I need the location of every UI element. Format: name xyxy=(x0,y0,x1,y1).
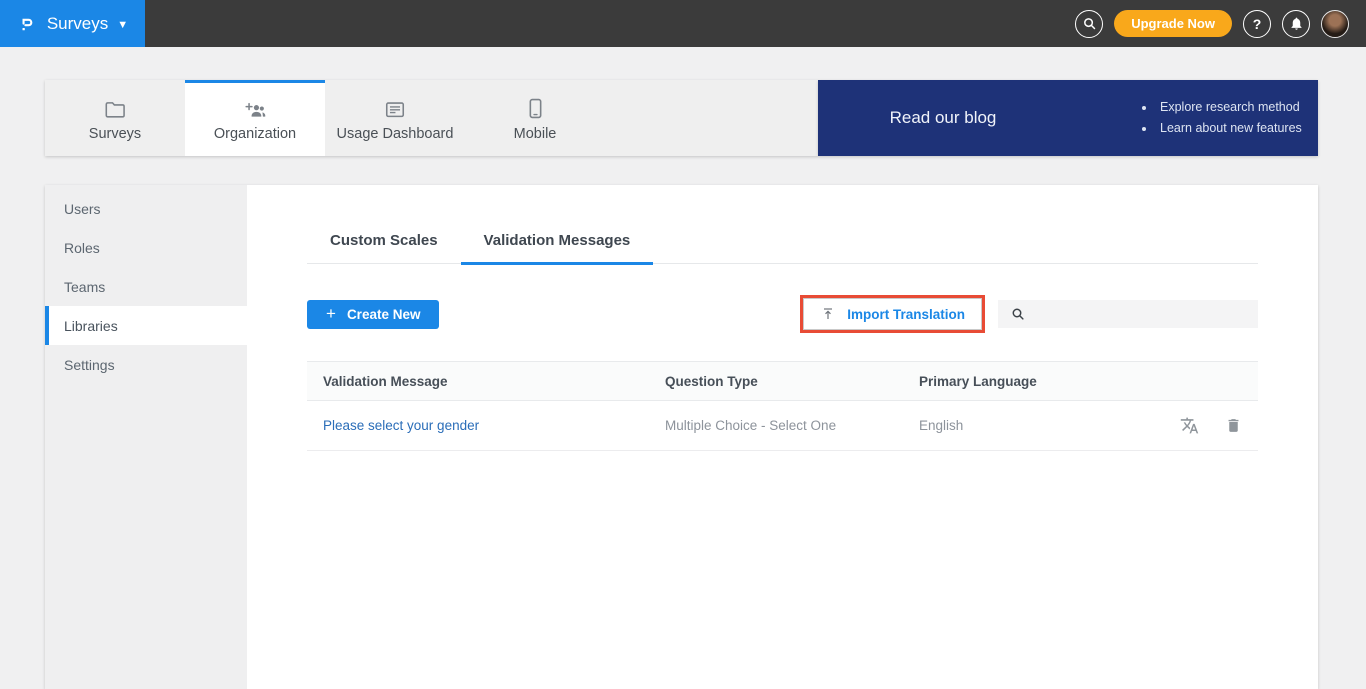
blog-bullet: Explore research method xyxy=(1156,97,1302,118)
topbar-actions: Upgrade Now ? xyxy=(1075,10,1366,38)
tab-validation-messages[interactable]: Validation Messages xyxy=(461,232,654,265)
table-row: Please select your gender Multiple Choic… xyxy=(307,401,1258,451)
chevron-down-icon: ▼ xyxy=(117,19,128,31)
module-tab-usage-dashboard[interactable]: Usage Dashboard xyxy=(325,80,465,156)
sidebar-item-label: Users xyxy=(64,201,101,217)
sidebar-item-label: Roles xyxy=(64,240,100,256)
toolbar: + Create New Import Translation xyxy=(307,295,1258,333)
main-card: Users Roles Teams Libraries Settings Cus… xyxy=(45,185,1318,689)
primary-language-cell: English xyxy=(919,418,1156,433)
column-header-primary-language: Primary Language xyxy=(919,374,1156,389)
product-label: Surveys xyxy=(47,14,108,34)
product-switcher[interactable]: Surveys ▼ xyxy=(0,0,145,47)
upgrade-button[interactable]: Upgrade Now xyxy=(1114,10,1232,37)
sidebar-item-roles[interactable]: Roles xyxy=(45,228,247,267)
bell-icon xyxy=(1289,16,1304,31)
content-tabs: Custom Scales Validation Messages xyxy=(307,232,1258,264)
row-actions xyxy=(1156,416,1242,435)
translate-icon[interactable] xyxy=(1180,416,1199,435)
sidebar-item-label: Settings xyxy=(64,357,115,373)
sidebar-item-label: Libraries xyxy=(64,318,118,334)
screen: Surveys ▼ Upgrade Now ? xyxy=(0,0,1366,689)
search-icon xyxy=(1010,306,1026,322)
import-translation-label: Import Translation xyxy=(847,307,965,322)
notifications-button[interactable] xyxy=(1282,10,1310,38)
module-tab-label: Mobile xyxy=(514,126,557,142)
table-search[interactable] xyxy=(998,300,1258,328)
module-tab-mobile[interactable]: Mobile xyxy=(465,80,605,156)
table-header-row: Validation Message Question Type Primary… xyxy=(307,361,1258,401)
module-tab-label: Surveys xyxy=(89,126,141,142)
search-icon xyxy=(1082,16,1097,31)
upload-icon xyxy=(820,306,836,322)
sidebar-item-label: Teams xyxy=(64,279,105,295)
delete-icon[interactable] xyxy=(1225,416,1242,435)
blog-panel-title[interactable]: Read our blog xyxy=(818,108,1068,128)
blog-bullet-list: Explore research method Learn about new … xyxy=(1156,97,1302,139)
blog-panel[interactable]: Read our blog Explore research method Le… xyxy=(818,80,1318,156)
question-mark-icon: ? xyxy=(1253,16,1262,32)
tab-custom-scales[interactable]: Custom Scales xyxy=(307,232,461,265)
question-type-cell: Multiple Choice - Select One xyxy=(665,418,919,433)
plus-icon: + xyxy=(326,304,336,324)
search-input[interactable] xyxy=(1034,300,1258,328)
add-group-icon xyxy=(243,97,267,119)
validation-message-link[interactable]: Please select your gender xyxy=(323,418,665,433)
avatar[interactable] xyxy=(1321,10,1349,38)
sidebar: Users Roles Teams Libraries Settings xyxy=(45,185,247,689)
dashboard-card-icon xyxy=(384,97,406,119)
module-tab-label: Usage Dashboard xyxy=(337,126,454,142)
import-translation-highlight-box: Import Translation xyxy=(800,295,985,333)
column-header-validation-message: Validation Message xyxy=(323,374,665,389)
module-tab-label: Organization xyxy=(214,126,296,142)
module-tab-surveys[interactable]: Surveys xyxy=(45,80,185,156)
folder-icon xyxy=(104,97,126,119)
topbar: Surveys ▼ Upgrade Now ? xyxy=(0,0,1366,47)
content-area: Custom Scales Validation Messages + Crea… xyxy=(247,185,1318,689)
sidebar-item-users[interactable]: Users xyxy=(45,189,247,228)
import-translation-button[interactable]: Import Translation xyxy=(803,298,982,330)
column-header-question-type: Question Type xyxy=(665,374,919,389)
questionpro-logo-icon xyxy=(17,12,38,36)
sidebar-item-settings[interactable]: Settings xyxy=(45,345,247,384)
sidebar-item-teams[interactable]: Teams xyxy=(45,267,247,306)
help-button[interactable]: ? xyxy=(1243,10,1271,38)
create-new-label: Create New xyxy=(347,307,421,322)
sidebar-item-libraries[interactable]: Libraries xyxy=(45,306,247,345)
smartphone-icon xyxy=(528,97,543,119)
search-button[interactable] xyxy=(1075,10,1103,38)
create-new-button[interactable]: + Create New xyxy=(307,300,439,329)
blog-bullet: Learn about new features xyxy=(1156,118,1302,139)
validation-messages-table: Validation Message Question Type Primary… xyxy=(307,361,1258,451)
module-nav: Surveys Organization Usage Dashboard Mob… xyxy=(45,80,818,156)
module-tab-organization[interactable]: Organization xyxy=(185,80,325,156)
